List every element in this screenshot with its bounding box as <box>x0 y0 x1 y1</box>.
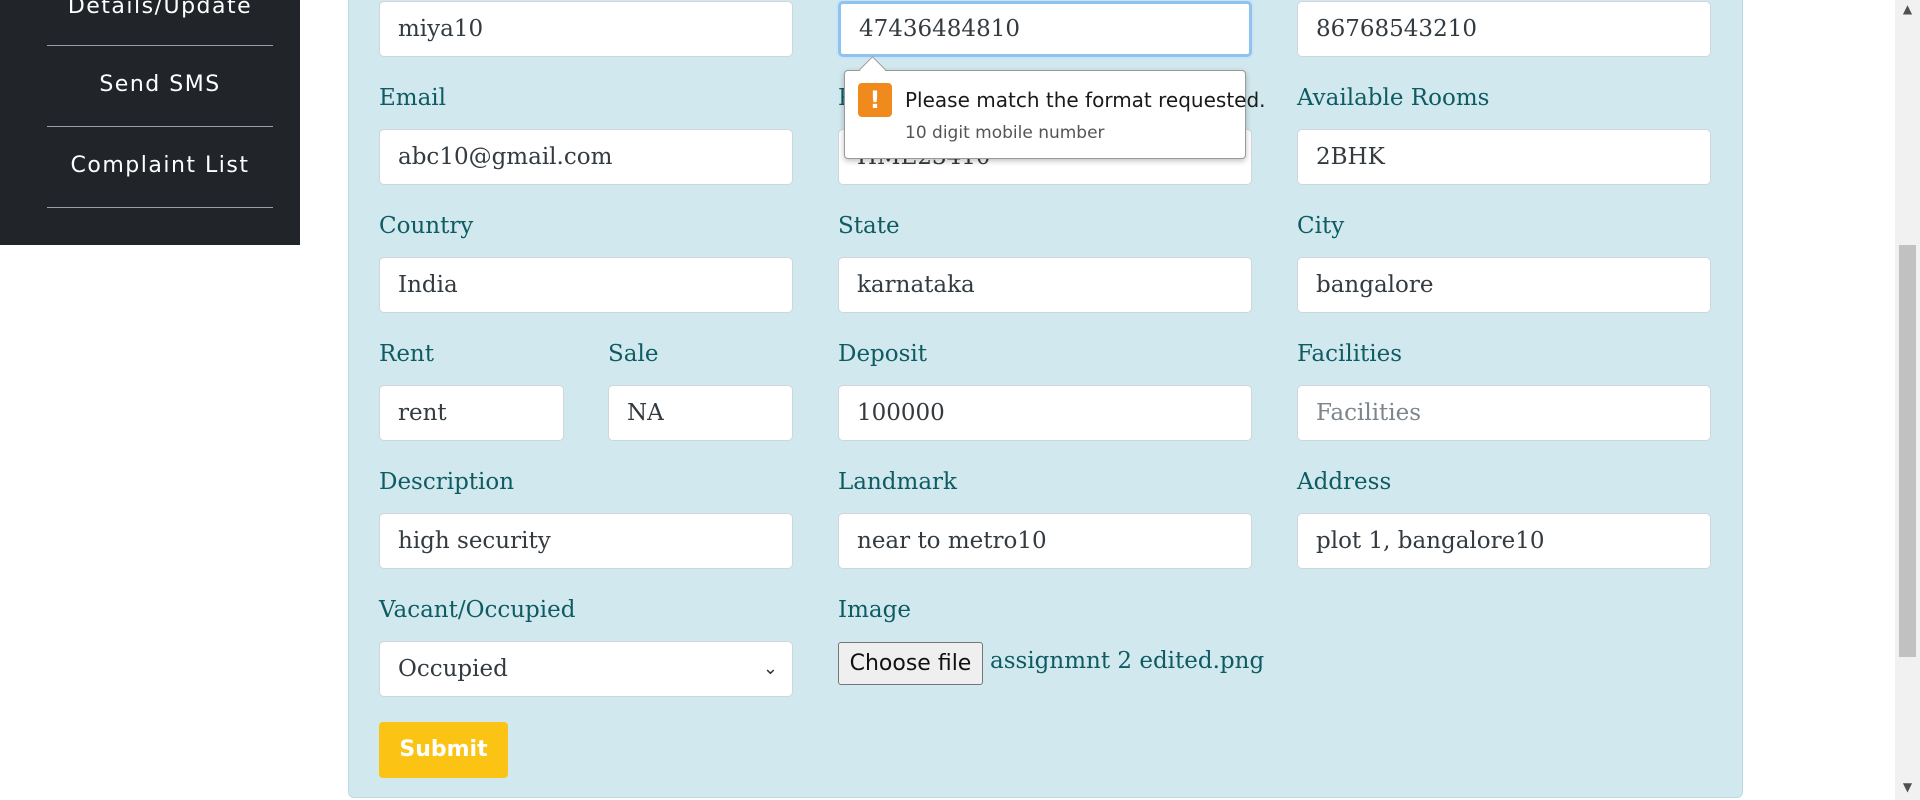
scroll-down-arrow-icon[interactable]: ▼ <box>1895 780 1920 794</box>
warning-icon: ! <box>858 83 892 117</box>
vacancy-selected-value: Occupied <box>398 656 508 682</box>
validation-hint: 10 digit mobile number <box>905 123 1105 143</box>
facilities-field[interactable]: Facilities <box>1297 385 1711 441</box>
description-label: Description <box>379 469 515 495</box>
choose-file-button[interactable]: Choose file <box>838 642 983 685</box>
landmark-label: Landmark <box>838 469 957 495</box>
city-label: City <box>1297 213 1345 239</box>
email-field[interactable]: abc10@gmail.com <box>379 129 793 185</box>
landmark-field[interactable]: near to metro10 <box>838 513 1252 569</box>
sidebar: Details/Update Send SMS Complaint List <box>0 0 300 245</box>
state-label: State <box>838 213 900 239</box>
submit-button[interactable]: Submit <box>379 722 508 778</box>
vacancy-label: Vacant/Occupied <box>379 597 576 623</box>
page-scrollbar[interactable]: ▲ ▼ <box>1895 0 1920 800</box>
vacancy-select[interactable]: Occupied ⌄ <box>379 641 793 697</box>
country-field[interactable]: India <box>379 257 793 313</box>
country-label: Country <box>379 213 474 239</box>
rent-field[interactable]: rent <box>379 385 564 441</box>
state-field[interactable]: karnataka <box>838 257 1252 313</box>
validation-tooltip: ! Please match the format requested. 10 … <box>844 70 1266 159</box>
address-field[interactable]: plot 1, bangalore10 <box>1297 513 1711 569</box>
deposit-label: Deposit <box>838 341 928 367</box>
description-field[interactable]: high security <box>379 513 793 569</box>
available-rooms-label: Available Rooms <box>1297 85 1490 111</box>
rent-label: Rent <box>379 341 434 367</box>
image-label: Image <box>838 597 911 623</box>
sidebar-divider <box>47 45 273 46</box>
alternate-mobile-field[interactable]: 86768543210 <box>1297 1 1711 57</box>
sidebar-divider <box>47 126 273 127</box>
email-label: Email <box>379 85 447 111</box>
sale-label: Sale <box>608 341 659 367</box>
sidebar-item-complaint-list[interactable]: Complaint List <box>47 153 273 178</box>
city-field[interactable]: bangalore <box>1297 257 1711 313</box>
scroll-up-arrow-icon[interactable]: ▲ <box>1895 2 1920 16</box>
available-rooms-field[interactable]: 2BHK <box>1297 129 1711 185</box>
mobile-field[interactable]: 47436484810 <box>838 1 1252 57</box>
sale-field[interactable]: NA <box>608 385 793 441</box>
chevron-down-icon: ⌄ <box>762 658 778 679</box>
sidebar-item-send-sms[interactable]: Send SMS <box>47 72 273 97</box>
name-field[interactable]: miya10 <box>379 1 793 57</box>
sidebar-divider <box>47 207 273 208</box>
facilities-label: Facilities <box>1297 341 1403 367</box>
sidebar-item-details-update[interactable]: Details/Update <box>47 0 273 19</box>
selected-file-name: assignmnt 2 edited.png <box>990 648 1265 674</box>
scrollbar-thumb[interactable] <box>1899 245 1916 657</box>
validation-message: Please match the format requested. <box>905 88 1266 112</box>
address-label: Address <box>1297 469 1392 495</box>
deposit-field[interactable]: 100000 <box>838 385 1252 441</box>
